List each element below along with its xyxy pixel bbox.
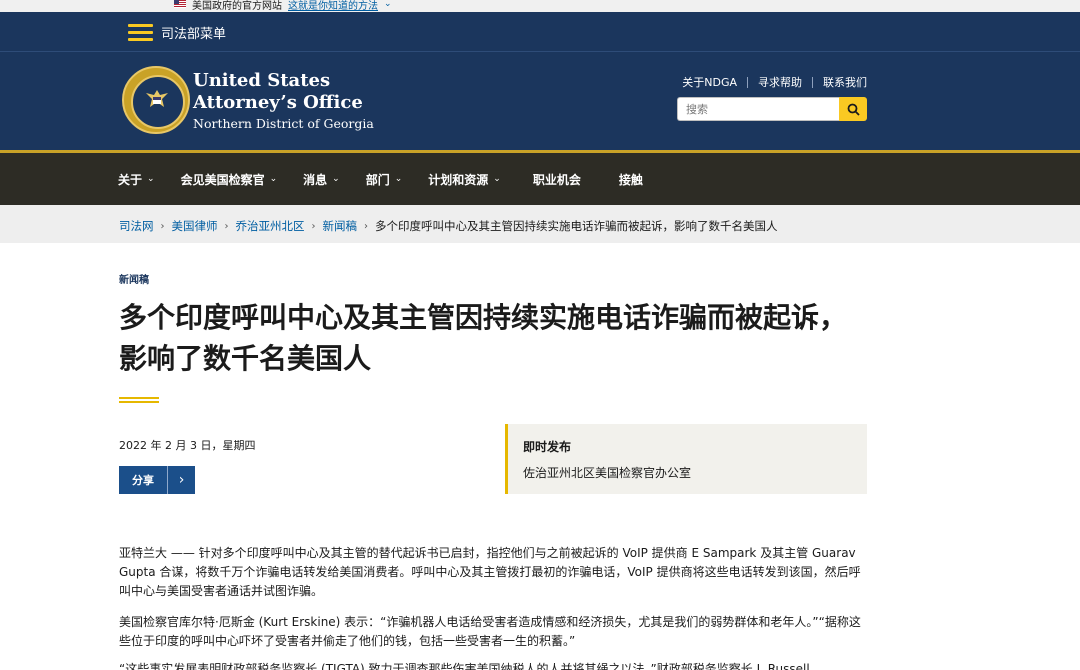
page-title: 多个印度呼叫中心及其主管因持续实施电话诈骗而被起诉，影响了数千名美国人 [119, 301, 848, 375]
gov-banner-text: 美国政府的官方网站 [192, 0, 282, 12]
nav-item-meet-attorney[interactable]: 会见美国检察官 ⌄ [181, 171, 278, 188]
util-link-contact[interactable]: 联系我们 [823, 74, 867, 90]
breadcrumb: 司法网 › 美国律师 › 乔治亚州北区 › 新闻稿 › 多个印度呼叫中心及其主管… [0, 205, 1080, 243]
chevron-right-icon: › [311, 220, 316, 232]
us-flag-icon [174, 0, 186, 8]
nav-item-divisions[interactable]: 部门 ⌄ [366, 171, 403, 188]
gov-banner: 美国政府的官方网站 这就是你知道的方法 ⌄ [0, 0, 1080, 12]
nav-item-label: 关于 [118, 172, 143, 187]
office-title[interactable]: United States Attorney’s Office Northern… [193, 70, 374, 134]
nav-item-label: 接触 [618, 172, 643, 187]
chevron-down-icon[interactable]: ⌄ [384, 0, 392, 9]
breadcrumb-link-press[interactable]: 新闻稿 [323, 218, 358, 234]
site-header: United States Attorney’s Office Northern… [0, 52, 1080, 150]
breadcrumb-current: 多个印度呼叫中心及其主管因持续实施电话诈骗而被起诉，影响了数千名美国人 [375, 219, 778, 233]
search-button[interactable] [839, 97, 867, 121]
search-icon [847, 103, 860, 116]
nav-item-about[interactable]: 关于 ⌄ [118, 171, 155, 188]
hamburger-icon [128, 23, 153, 41]
article-paragraph: 亚特兰大 —— 针对多个印度呼叫中心及其主管的替代起诉书已启封，指控他们与之前被… [119, 546, 861, 598]
doj-menu-bar: 司法部菜单 [0, 12, 1080, 52]
search-input[interactable] [677, 97, 839, 121]
content-type-label: 新闻稿 [119, 275, 149, 286]
article-paragraph: 美国检察官库尔特·厄斯金 (Kurt Erskine) 表示：“诈骗机器人电话给… [119, 615, 861, 648]
chevron-down-icon: ⌄ [147, 174, 155, 184]
breadcrumb-link-usao[interactable]: 美国律师 [172, 218, 218, 234]
divider [119, 397, 159, 403]
util-link-about[interactable]: 关于NDGA [682, 74, 737, 90]
publish-date: 2022 年 2 月 3 日，星期四 [119, 439, 256, 452]
chevron-down-icon: ⌄ [394, 174, 403, 184]
search-form [677, 97, 867, 121]
divider [747, 76, 748, 88]
chevron-down-icon: ⌄ [332, 174, 340, 184]
district-subtitle: Northern District of Georgia [193, 116, 374, 131]
utility-links: 关于NDGA 寻求帮助 联系我们 [682, 74, 867, 90]
chevron-right-icon: › [364, 220, 368, 232]
release-title: 即时发布 [523, 440, 572, 454]
nav-item-label: 职业机会 [532, 172, 581, 187]
chevron-down-icon: ⌄ [493, 174, 501, 184]
release-info-box: 即时发布 佐治亚州北区美国检察官办公室 [505, 424, 867, 494]
divider [812, 76, 813, 88]
nav-item-programs[interactable]: 计划和资源 ⌄ [428, 171, 501, 188]
chevron-right-icon: › [224, 220, 229, 232]
nav-item-contact[interactable]: 接触 [619, 171, 643, 188]
doj-menu-label: 司法部菜单 [161, 26, 227, 42]
title-line-2: Attorney’s Office [193, 92, 363, 113]
nav-item-label: 消息 [303, 172, 328, 187]
nav-item-label: 会见美国检察官 [180, 172, 265, 187]
main-nav: 关于 ⌄ 会见美国检察官 ⌄ 消息 ⌄ 部门 ⌄ 计划和资源 ⌄ 职业机会 接触 [0, 150, 1080, 205]
article-paragraph: “这些事实发展表明财政部税务监察长 (TIGTA) 致力于调查那些伤害美国纳税人… [119, 662, 810, 670]
share-label: 分享 [132, 474, 154, 487]
release-source: 佐治亚州北区美国检察官办公室 [523, 466, 692, 480]
gov-banner-link[interactable]: 这就是你知道的方法 [288, 0, 378, 12]
breadcrumb-link-ndga[interactable]: 乔治亚州北区 [236, 218, 305, 234]
doj-seal-logo[interactable] [122, 66, 190, 134]
breadcrumb-link-justice[interactable]: 司法网 [119, 218, 154, 234]
nav-item-label: 部门 [365, 172, 390, 187]
title-line-1: United States [193, 70, 331, 91]
nav-item-careers[interactable]: 职业机会 [533, 171, 581, 188]
share-button[interactable]: 分享 › [119, 466, 195, 494]
nav-item-label: 计划和资源 [428, 172, 489, 187]
chevron-right-icon: › [167, 466, 195, 494]
util-link-help[interactable]: 寻求帮助 [758, 74, 802, 90]
chevron-down-icon: ⌄ [269, 174, 278, 184]
chevron-right-icon: › [160, 220, 165, 232]
nav-item-news[interactable]: 消息 ⌄ [303, 171, 340, 188]
eagle-icon [146, 90, 168, 107]
doj-menu-button[interactable]: 司法部菜单 [128, 20, 226, 44]
